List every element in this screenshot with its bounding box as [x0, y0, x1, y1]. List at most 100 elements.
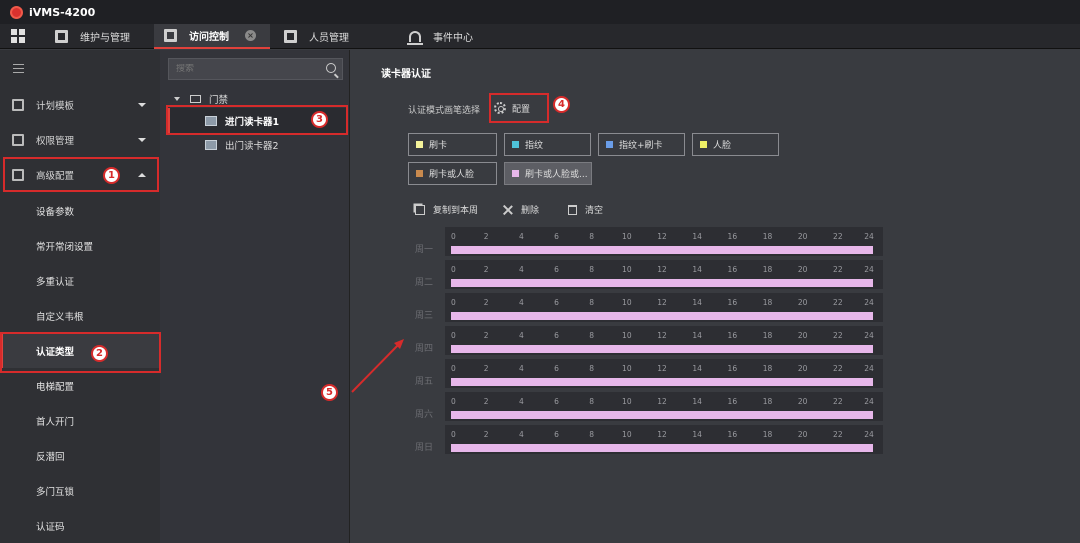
- delete-button[interactable]: 删除: [503, 203, 539, 216]
- hour-tick-label: 18: [762, 364, 773, 373]
- hour-tick-label: 10: [622, 232, 632, 241]
- hour-tick-label: 0: [451, 397, 456, 406]
- mode-label: 人脸: [713, 141, 732, 151]
- hour-tick-label: 24: [864, 331, 874, 340]
- sidebar-item-first-person[interactable]: 首人开门: [0, 403, 160, 438]
- weekly-schedule[interactable]: 周一 0 2 4 6 8 10 12 14 16 18 20 22 24 周二 0 2 4 6 8 10 12 14 16 18…: [415, 227, 883, 457]
- sidebar-item-multi-auth[interactable]: 多重认证: [0, 263, 160, 298]
- hour-tick-label: 8: [589, 298, 595, 307]
- day-row[interactable]: 0 2 4 6 8 10 12 14 16 18 20 22 24: [445, 425, 883, 456]
- chevron-down-icon: [138, 102, 146, 107]
- hour-tick-label: 20: [797, 397, 808, 406]
- search-input[interactable]: [176, 64, 316, 74]
- chevron-down-icon: [138, 137, 146, 142]
- schedule-icon: [12, 98, 24, 111]
- tab-event-center[interactable]: 事件中心: [399, 24, 487, 49]
- mode-card-button[interactable]: 刷卡: [408, 133, 497, 156]
- hour-tick-label: 12: [657, 364, 667, 373]
- hour-tick-label: 6: [554, 298, 559, 307]
- hour-tick-label: 8: [589, 364, 595, 373]
- hour-tick-label: 24: [864, 430, 874, 439]
- sidebar-item-elevator[interactable]: 电梯配置: [0, 368, 160, 403]
- auth-mode-label: 认证模式画笔选择: [408, 106, 481, 116]
- schedule-bar[interactable]: [451, 345, 873, 353]
- annotation-box: [489, 93, 549, 123]
- sidebar-item-schedule-template[interactable]: 计划模板: [0, 87, 160, 122]
- search-icon[interactable]: [326, 63, 336, 73]
- hour-tick-label: 12: [657, 232, 667, 241]
- tab-access-control[interactable]: 访问控制 ×: [154, 23, 270, 49]
- schedule-bar[interactable]: [451, 444, 873, 452]
- day-row[interactable]: 0 2 4 6 8 10 12 14 16 18 20 22 24: [445, 260, 883, 291]
- copy-icon: [415, 204, 425, 215]
- day-row[interactable]: 0 2 4 6 8 10 12 14 16 18 20 22 24: [445, 293, 883, 324]
- day-label: 周三: [415, 311, 434, 321]
- schedule-bar[interactable]: [451, 312, 873, 320]
- copy-to-week-button[interactable]: 复制到本周: [415, 203, 478, 216]
- close-tab-icon[interactable]: ×: [245, 29, 256, 41]
- sidebar-item-interlock[interactable]: 多门互锁: [0, 473, 160, 508]
- access-control-icon: [164, 28, 177, 42]
- hour-tick-label: 24: [864, 298, 874, 307]
- person-icon: [284, 29, 297, 43]
- sidebar-item-label: 反潜回: [36, 451, 65, 463]
- app-logo-icon: [10, 5, 23, 19]
- hour-tick-label: 22: [833, 232, 843, 241]
- sidebar-item-permission[interactable]: 权限管理: [0, 122, 160, 157]
- schedule-bar[interactable]: [451, 411, 873, 419]
- tree-node-exit-reader[interactable]: 出门读卡器2: [167, 132, 347, 158]
- mode-swatch: [416, 141, 423, 148]
- sidebar-item-anti-passback[interactable]: 反潜回: [0, 438, 160, 473]
- tab-label: 访问控制: [189, 31, 229, 43]
- hour-tick-label: 14: [692, 265, 702, 274]
- sidebar-item-device-params[interactable]: 设备参数: [0, 193, 160, 228]
- tab-label: 维护与管理: [80, 32, 130, 44]
- hour-tick-label: 24: [864, 397, 874, 406]
- expand-icon[interactable]: [174, 97, 180, 101]
- day-row[interactable]: 0 2 4 6 8 10 12 14 16 18 20 22 24: [445, 392, 883, 423]
- hour-tick-label: 24: [864, 232, 874, 241]
- mode-swatch: [416, 170, 423, 177]
- hour-tick-label: 2: [483, 298, 489, 307]
- hour-tick-label: 24: [864, 265, 874, 274]
- sidebar-item-custom-wiegand[interactable]: 自定义韦根: [0, 298, 160, 333]
- hour-tick-label: 20: [797, 298, 808, 307]
- schedule-bar[interactable]: [451, 378, 873, 386]
- day-row[interactable]: 0 2 4 6 8 10 12 14 16 18 20 22 24: [445, 227, 883, 258]
- day-row[interactable]: 0 2 4 6 8 10 12 14 16 18 20 22 24: [445, 359, 883, 390]
- mode-card-or-face-button[interactable]: 刷卡或人脸: [408, 162, 497, 185]
- hour-tick-label: 14: [692, 331, 702, 340]
- schedule-bar[interactable]: [451, 246, 873, 254]
- schedule-bar[interactable]: [451, 279, 873, 287]
- hour-tick-label: 0: [451, 265, 456, 274]
- tool-label: 复制到本周: [433, 206, 479, 216]
- tab-person-management[interactable]: 人员管理: [274, 24, 363, 49]
- day-label: 周日: [415, 443, 434, 453]
- day-row[interactable]: 0 2 4 6 8 10 12 14 16 18 20 22 24: [445, 326, 883, 357]
- hour-tick-label: 6: [554, 430, 559, 439]
- tab-maintenance[interactable]: 维护与管理: [45, 24, 144, 49]
- mode-fingerprint-card-button[interactable]: 指纹+刷卡: [598, 133, 685, 156]
- sidebar-item-auth-code[interactable]: 认证码: [0, 508, 160, 543]
- clear-button[interactable]: 清空: [568, 203, 603, 216]
- sidebar-item-normally-open[interactable]: 常开常闭设置: [0, 228, 160, 263]
- mode-label: 指纹+刷卡: [619, 141, 663, 151]
- hour-tick-label: 16: [727, 430, 738, 439]
- sidebar-item-label: 计划模板: [36, 100, 75, 112]
- hour-tick-label: 2: [483, 397, 489, 406]
- search-box[interactable]: [168, 58, 343, 80]
- hour-tick-label: 18: [762, 397, 773, 406]
- module-grid-icon[interactable]: [11, 29, 25, 43]
- hour-tick-label: 14: [692, 364, 702, 373]
- menu-icon[interactable]: [13, 64, 24, 76]
- hour-tick-label: 16: [727, 232, 738, 241]
- annotation-box: [0, 332, 161, 373]
- tree-root-access-control[interactable]: 门禁: [174, 92, 228, 106]
- annotation-badge: 4: [553, 96, 570, 113]
- mode-face-button[interactable]: 人脸: [692, 133, 779, 156]
- sidebar: 计划模板 权限管理 高级配置 设备参数 常开常闭设置 多重认证 自定义韦根 认证…: [0, 50, 160, 543]
- mode-fingerprint-button[interactable]: 指纹: [504, 133, 591, 156]
- mode-card-or-face-or-button[interactable]: 刷卡或人脸或...: [504, 162, 592, 185]
- maintenance-icon: [55, 29, 68, 43]
- hour-tick-label: 10: [622, 364, 632, 373]
